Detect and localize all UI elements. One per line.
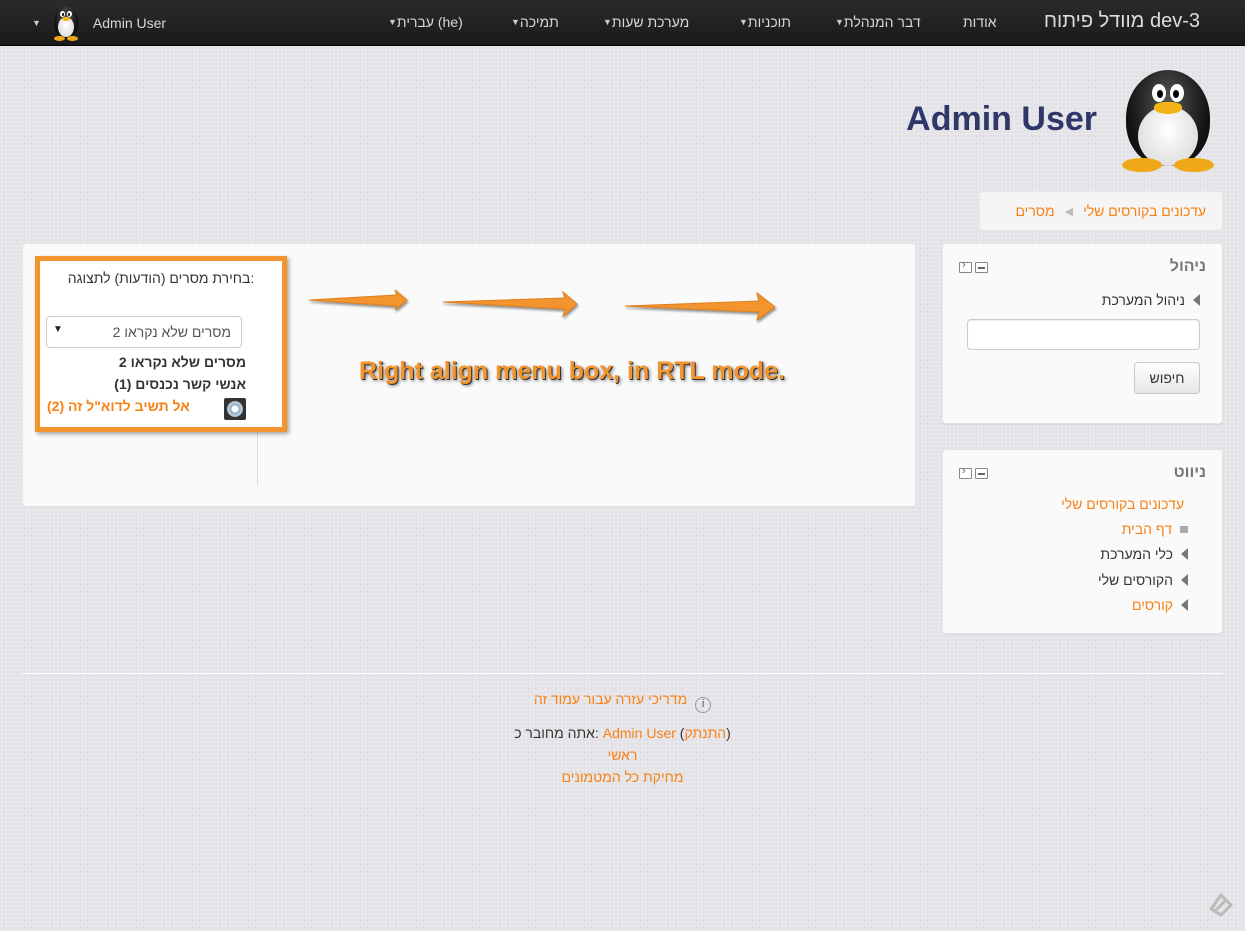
search-button[interactable]: חיפוש [1134,362,1200,394]
caret-down-icon: ▼ [32,18,41,28]
site-brand[interactable]: מוודל פיתוח dev-3 [1044,10,1200,33]
admin-block-title: ניהול [1169,258,1206,275]
purge-caches-link[interactable]: מחיקת כל המטמונים [562,769,684,785]
block-controls [959,259,988,273]
page-title: Admin User [906,100,1097,138]
caret-down-icon: ▼ [739,17,748,27]
site-admin-item[interactable]: ניהול המערכת [1102,292,1200,308]
navbar: מוודל פיתוח dev-3 אודות ▼דבר המנהלת ▼תוכ… [0,0,1245,46]
user-name: Admin User [92,15,167,31]
dock-icon[interactable] [959,259,972,273]
caret-down-icon: ▼ [388,17,397,27]
bullet-icon [1180,525,1188,533]
nav-item-home[interactable]: דף הבית [1122,521,1188,537]
select-label: בחירת מסרים (הודעות) לתצוגה: [67,270,255,286]
message-view-select[interactable]: ▼ 2 מסרים שלא נקראו [46,316,242,348]
main-region: בחירת מסרים (הודעות) לתצוגה: ▼ 2 מסרים ש… [22,243,916,507]
arrow-icon [308,289,408,311]
footer-home: ראשי [0,747,1245,763]
collapse-icon[interactable] [975,262,988,273]
footer-purge: מחיקת כל המטמונים [0,769,1245,785]
moodle-docs-icon[interactable] [1207,891,1235,919]
arrow-icon [624,291,776,322]
nav-about[interactable]: אודות [963,14,997,30]
nav-item-my-courses[interactable]: הקורסים שלי [1098,572,1188,588]
collapse-icon[interactable] [975,468,988,479]
arrow-icon [442,290,578,318]
footer-divider [22,673,1223,674]
annotation-text: Right align menu box, in RTL mode. [359,357,785,385]
caret-down-icon: ▼ [835,17,844,27]
block-controls [959,465,988,479]
expand-arrow-icon [1181,599,1188,611]
expand-arrow-icon [1181,574,1188,586]
nav-language-dropdown[interactable]: ▼עברית (he) [386,14,463,30]
expand-arrow-icon [1193,294,1200,306]
contact-item[interactable]: אל תשיב לדוא"ל זה (2) [46,398,246,420]
home-link[interactable]: ראשי [608,747,638,763]
nav-schedule-dropdown[interactable]: ▼מערכת שעות [601,14,689,30]
caret-down-icon: ▼ [511,17,520,27]
breadcrumb-course-updates[interactable]: עדכונים בקורסים שלי [1083,203,1206,219]
login-info: אתה מחובר כ: Admin User (התנתק) [514,725,731,741]
contact-avatar [224,398,246,420]
dock-icon[interactable] [959,465,972,479]
breadcrumb-separator-icon: ◀ [1064,205,1074,218]
nav-item-courses[interactable]: קורסים [1132,597,1188,613]
user-avatar-icon [49,5,83,41]
breadcrumb-messages[interactable]: מסרים [1015,203,1054,219]
info-icon: i [695,697,712,713]
messages-menu-box: בחירת מסרים (הודעות) לתצוגה: ▼ 2 מסרים ש… [35,256,287,432]
breadcrumb: מסרים ◀ עדכונים בקורסים שלי [979,191,1223,231]
nav-item-course-updates[interactable]: עדכונים בקורסים שלי [1061,496,1184,512]
contact-link[interactable]: אל תשיב לדוא"ל זה (2) [47,398,190,414]
navigation-block: ניווט עדכונים בקורסים שלי דף הבית כלי המ… [942,449,1223,634]
help-docs-link[interactable]: מדריכי עזרה עבור עמוד זה [534,691,687,707]
incoming-contacts-heading: אנשי קשר נכנסים (1) [114,376,246,392]
caret-down-icon: ▼ [603,17,612,27]
nav-support-dropdown[interactable]: ▼תמיכה [509,14,559,30]
unread-messages-heading: 2 מסרים שלא נקראו [118,354,246,370]
footer-help: מדריכי עזרה עבור עמוד זה i [0,691,1245,713]
dropdown-arrow-icon: ▼ [53,324,63,335]
profile-avatar-icon [1112,68,1224,174]
admin-block: ניהול ניהול המערכת חיפוש [942,243,1223,424]
expand-arrow-icon [1181,548,1188,560]
nav-principal-dropdown[interactable]: ▼דבר המנהלת [833,14,921,30]
nav-programs-dropdown[interactable]: ▼תוכניות [737,14,791,30]
nav-block-title: ניווט [1173,464,1206,481]
admin-search-input[interactable] [967,319,1200,350]
logged-in-user-link[interactable]: Admin User [603,725,676,741]
logout-link[interactable]: התנתק [684,725,726,741]
nav-item-site-tools[interactable]: כלי המערכת [1100,546,1188,562]
user-menu[interactable]: ▼ Admin User [30,4,166,42]
annotation-arrows [308,289,776,322]
